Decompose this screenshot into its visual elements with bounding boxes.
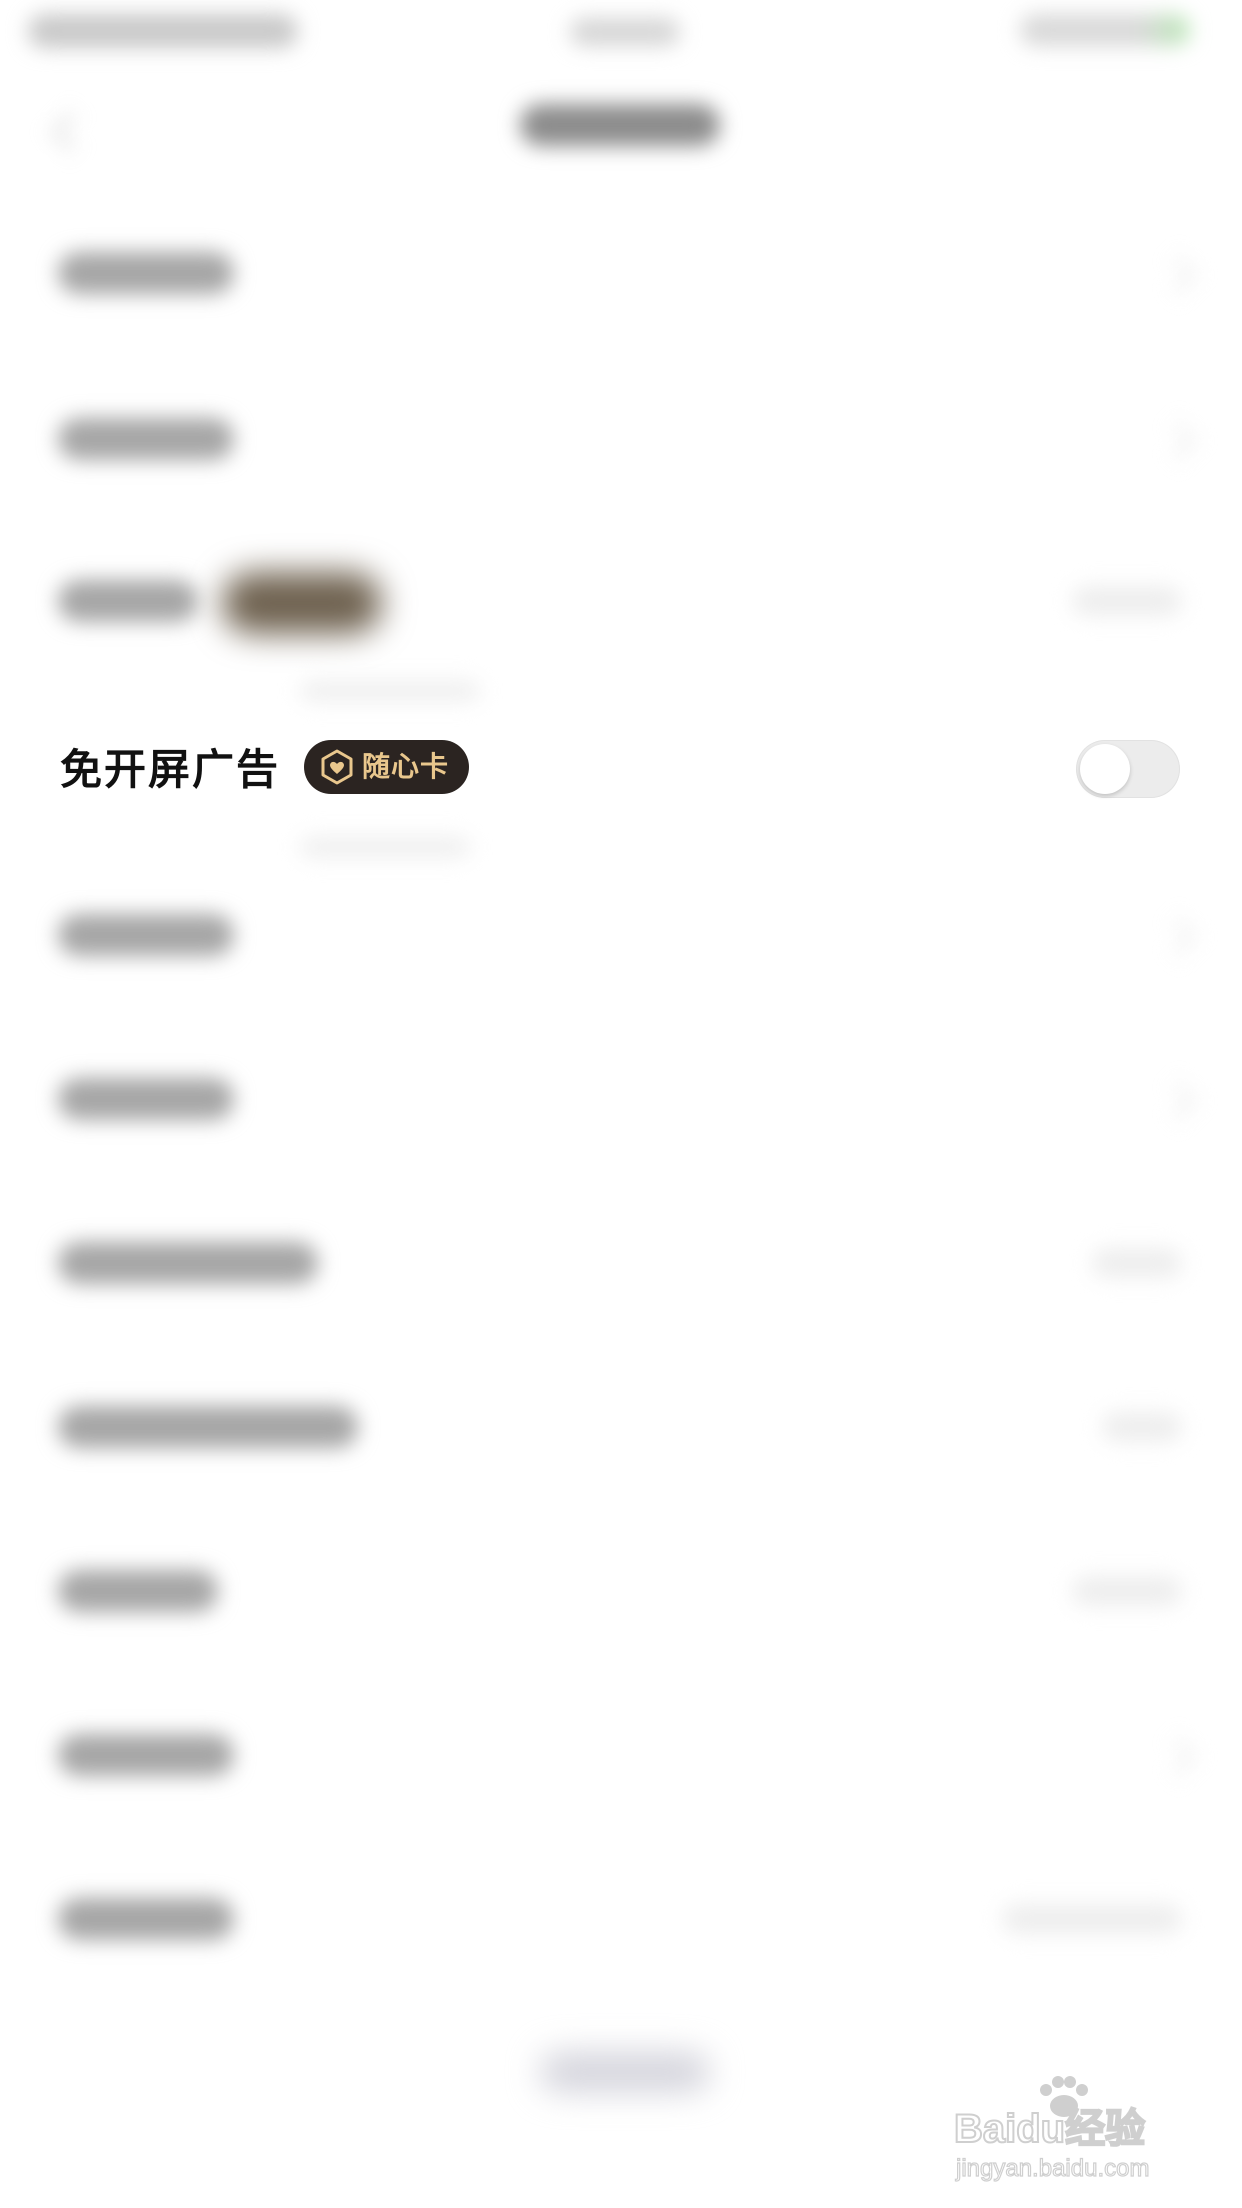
vip-badge-blurred: [222, 572, 382, 634]
settings-row-value: [1072, 1576, 1182, 1606]
chevron-right-icon: [1158, 1082, 1196, 1120]
settings-row-label: [58, 1734, 234, 1776]
back-arrow-icon[interactable]: [52, 112, 92, 152]
vip-card-badge-text: 随心卡: [362, 750, 450, 783]
hexagon-heart-icon: [320, 749, 354, 785]
settings-row-11[interactable]: [0, 1860, 1242, 1980]
settings-row-label: [58, 1898, 234, 1940]
chevron-right-icon: [1158, 1738, 1196, 1776]
settings-row-value: [1102, 1412, 1182, 1442]
settings-row-2[interactable]: [0, 380, 1242, 500]
chevron-right-icon: [1158, 256, 1196, 294]
settings-row-6[interactable]: [0, 1040, 1242, 1160]
settings-row-skip-splash-ad: 免开屏广告 随心卡: [0, 718, 1242, 822]
settings-row-value: [1072, 586, 1182, 616]
bottom-action-button[interactable]: [540, 2052, 710, 2092]
watermark-brand: Baidu经验: [954, 2107, 1145, 2151]
settings-row-label: [58, 914, 234, 956]
settings-row-label: [58, 252, 234, 294]
status-bar-time: [570, 18, 680, 46]
settings-row-1[interactable]: [0, 214, 1242, 334]
vip-card-badge: 随心卡: [304, 740, 470, 794]
settings-row-3[interactable]: [0, 542, 1242, 662]
settings-row-7[interactable]: [0, 1204, 1242, 1324]
status-bar-right: [1020, 14, 1190, 46]
settings-row-value: [1092, 1248, 1182, 1278]
baidu-jingyan-watermark: Baidu经验 jingyan.baidu.com: [950, 2068, 1190, 2188]
settings-row-5[interactable]: [0, 876, 1242, 996]
settings-row-label: [58, 1406, 358, 1448]
page-title: [520, 104, 720, 146]
settings-row-label: [58, 418, 234, 460]
settings-row-value: [1002, 1904, 1182, 1934]
skip-splash-ad-toggle[interactable]: [1076, 740, 1180, 798]
chevron-right-icon: [1158, 918, 1196, 956]
toggle-knob: [1080, 744, 1130, 794]
skip-splash-ad-label: 免开屏广告: [60, 745, 281, 794]
watermark-url: jingyan.baidu.com: [955, 2155, 1149, 2182]
status-bar-left: [28, 14, 298, 48]
settings-row-9[interactable]: [0, 1532, 1242, 1652]
chevron-right-icon: [1158, 422, 1196, 460]
settings-row-label: [58, 1242, 318, 1284]
settings-row-label: [58, 580, 198, 622]
settings-row-subtext: [300, 836, 470, 858]
settings-row-label: [58, 1078, 234, 1120]
settings-row-subtext: [300, 680, 480, 702]
settings-row-10[interactable]: [0, 1696, 1242, 1816]
settings-row-8[interactable]: [0, 1368, 1242, 1488]
settings-row-label: [58, 1570, 218, 1612]
